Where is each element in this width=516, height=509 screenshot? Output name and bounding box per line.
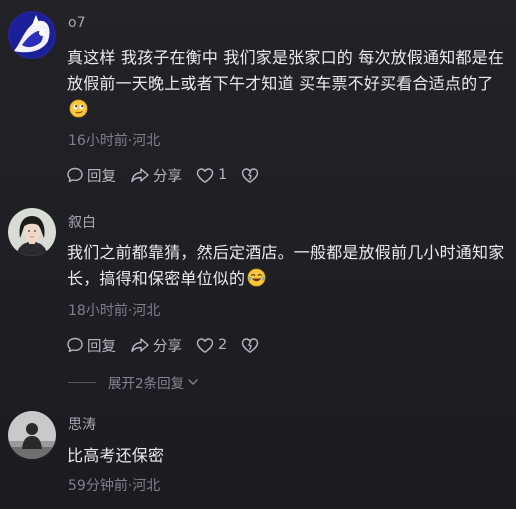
comment-username[interactable]: o7 [68,15,85,31]
reply-icon [67,167,83,183]
like-button[interactable]: 1 [196,167,227,184]
comment-meta: 59分钟前·河北 [68,478,161,494]
avatar-image [8,208,56,256]
dislike-button[interactable] [241,167,262,184]
reply-button[interactable]: 回复 [66,335,116,356]
expand-replies-label: 展开2条回复 [108,376,185,392]
reply-icon [67,337,83,353]
comment-item: o7 真这样 我孩子在衡中 我们家是张家口的 每次放假通知都是在放假前一天晚上或… [0,0,516,200]
comment-actions: 回复 分享 1 [66,164,276,186]
comment-meta: 16小时前·河北 [68,133,161,149]
share-icon [131,338,149,353]
share-button[interactable]: 分享 [130,165,182,186]
like-count: 2 [218,337,228,353]
comment-username[interactable]: 叙白 [68,212,96,232]
dislike-button[interactable] [241,337,262,354]
comment-item: 叙白 我们之前都靠猜，然后定酒店。一般都是放假前几小时通知家长，搞得和保密单位似… [0,200,516,400]
share-label: 分享 [153,338,182,355]
comment-actions: 回复 分享 2 [66,334,276,356]
like-button[interactable]: 2 [196,337,227,354]
like-count: 1 [218,167,228,183]
comment-text-content: 真这样 我孩子在衡中 我们家是张家口的 每次放假通知都是在放假前一天晚上或者下午… [67,48,505,93]
broken-heart-icon [242,167,259,183]
smirk-face-emoji [69,99,88,118]
expand-divider [68,381,96,383]
comment-text: 我们之前都靠猜，然后定酒店。一般都是放假前几小时通知家长，搞得和保密单位似的 [67,240,513,292]
comment-text-content: 我们之前都靠猜，然后定酒店。一般都是放假前几小时通知家长，搞得和保密单位似的 [67,243,505,288]
comment-text: 比高考还保密 [67,446,165,465]
laugh-cry-emoji [247,268,266,287]
expand-replies-button[interactable]: 展开2条回复 [68,372,200,392]
broken-heart-icon [242,337,259,353]
comment-meta: 18小时前·河北 [68,303,161,319]
avatar-image [8,11,56,59]
chevron-down-icon [188,379,198,385]
heart-icon [196,337,214,353]
share-icon [131,168,149,183]
reply-button[interactable]: 回复 [66,165,116,186]
share-button[interactable]: 分享 [130,335,182,356]
heart-icon [196,167,214,183]
comment-username[interactable]: 思涛 [68,414,96,434]
comment-item: 思涛 比高考还保密 59分钟前·河北 [0,405,516,509]
avatar[interactable] [8,11,56,59]
reply-label: 回复 [87,168,116,185]
share-label: 分享 [153,168,182,185]
comment-text: 真这样 我孩子在衡中 我们家是张家口的 每次放假通知都是在放假前一天晚上或者下午… [67,45,513,123]
avatar[interactable] [8,411,56,459]
avatar[interactable] [8,208,56,256]
avatar-image [8,411,56,459]
reply-label: 回复 [87,338,116,355]
